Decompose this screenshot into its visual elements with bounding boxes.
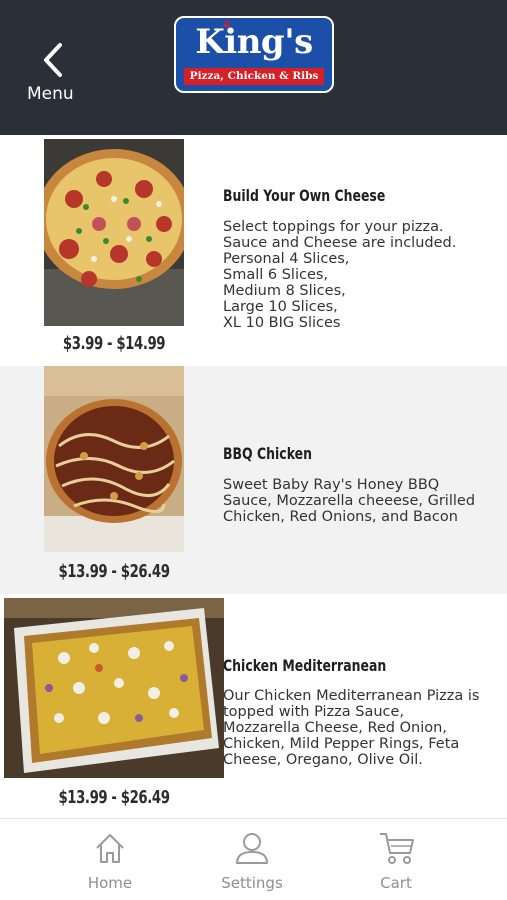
- user-icon: [236, 833, 268, 864]
- home-icon: [96, 834, 124, 863]
- item-price: $3.99 - $14.99: [62, 333, 166, 354]
- menu-item[interactable]: $13.99 - $26.49 Chicken Mediterranean Ou…: [0, 594, 507, 818]
- item-title: Chicken Mediterranean: [223, 656, 387, 675]
- pizza-photo: [44, 366, 184, 552]
- tab-settings-label: Settings: [221, 874, 283, 892]
- logo-tagline: Pizza, Chicken & Ribs: [184, 68, 324, 85]
- tab-cart[interactable]: Cart: [341, 819, 451, 900]
- pizza-photo: [4, 598, 224, 778]
- tab-settings[interactable]: Settings: [197, 819, 307, 900]
- app-header: Menu ♛ King's Pizza, Chicken & Ribs: [0, 0, 507, 135]
- item-title: BBQ Chicken: [223, 444, 313, 463]
- item-price: $13.99 - $26.49: [58, 561, 170, 582]
- menu-item[interactable]: $3.99 - $14.99 Build Your Own Cheese Sel…: [0, 135, 507, 366]
- cart-icon: [380, 833, 414, 864]
- bottom-tab-bar: Home Settings Cart: [0, 818, 507, 900]
- back-menu-label: Menu: [27, 84, 74, 104]
- tab-cart-label: Cart: [380, 874, 412, 892]
- item-description: Select toppings for your pizza. Sauce an…: [223, 219, 457, 331]
- item-description: Sweet Baby Ray's Honey BBQ Sauce, Mozzar…: [223, 477, 476, 525]
- item-title: Build Your Own Cheese: [223, 186, 386, 205]
- pizza-photo: [44, 139, 184, 326]
- tab-home-label: Home: [87, 874, 133, 892]
- tab-home[interactable]: Home: [55, 819, 165, 900]
- menu-item[interactable]: $13.99 - $26.49 BBQ Chicken Sweet Baby R…: [0, 366, 507, 594]
- item-price: $13.99 - $26.49: [58, 787, 170, 808]
- back-menu-button[interactable]: Menu: [22, 38, 82, 108]
- logo-brand: King's: [195, 22, 313, 62]
- item-description: Our Chicken Mediterranean Pizza is toppe…: [223, 688, 480, 768]
- chevron-left-icon: [44, 43, 62, 77]
- kings-logo: ♛ King's Pizza, Chicken & Ribs: [174, 16, 334, 93]
